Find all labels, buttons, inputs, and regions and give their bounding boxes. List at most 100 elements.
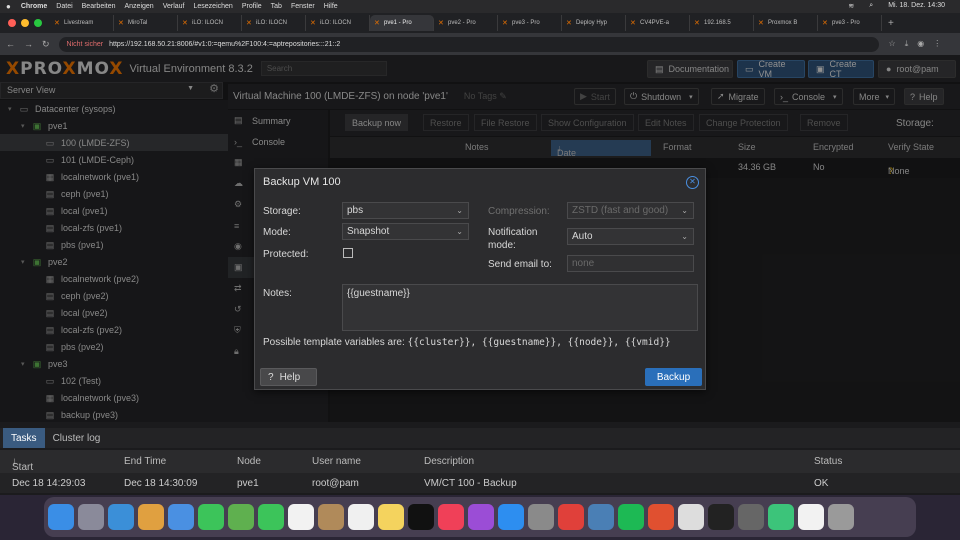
reload-icon[interactable]: ↻ <box>42 39 50 50</box>
menu-profile[interactable]: Profile <box>242 3 262 10</box>
col-status[interactable]: Status <box>814 456 842 467</box>
compression-select[interactable]: ZSTD (fast and good) ⌄ <box>567 202 694 219</box>
browser-tab[interactable]: ✕ CV4PVE-a <box>626 15 690 31</box>
col-user-name[interactable]: User name <box>312 456 361 467</box>
appstore-icon[interactable] <box>498 504 524 530</box>
tab-favicon-icon: ✕ <box>310 19 316 27</box>
finder-icon[interactable] <box>48 504 74 530</box>
task-end: Dec 18 14:30:09 <box>124 478 198 489</box>
browser-tab[interactable]: ✕ iLO: ILOCN <box>306 15 370 31</box>
tab-cluster-log[interactable]: Cluster log <box>45 428 109 448</box>
menubar-app-name[interactable]: Chrome <box>21 3 47 10</box>
browser-tab[interactable]: ✕ 192.168.5 <box>690 15 754 31</box>
launchpad-icon[interactable] <box>78 504 104 530</box>
menu-verlauf[interactable]: Verlauf <box>163 3 185 10</box>
calendar-icon[interactable] <box>288 504 314 530</box>
browser-tab[interactable]: ✕ pve1 - Pro <box>370 15 434 31</box>
notes-textarea[interactable]: {{guestname}} <box>342 284 698 331</box>
protected-checkbox[interactable] <box>343 248 353 258</box>
browser-tab[interactable]: ✕ Livestream <box>50 15 114 31</box>
browser-tab[interactable]: ✕ MiroTal <box>114 15 178 31</box>
menu-tab[interactable]: Tab <box>271 3 282 10</box>
zoom-window-button[interactable] <box>34 19 42 27</box>
close-icon[interactable]: ✕ <box>686 176 699 189</box>
pocketcasts-icon[interactable] <box>558 504 584 530</box>
browser-tab-bar: ✕ Livestream ✕ MiroTal ✕ iLO: ILOCN ✕ iLO: ILOC… <box>0 13 960 33</box>
notification-select[interactable]: Auto ⌄ <box>567 228 694 245</box>
new-tab-icon[interactable]: + <box>888 18 894 29</box>
safari-icon[interactable] <box>108 504 134 530</box>
tab-favicon-icon: ✕ <box>630 19 636 27</box>
browser-tab[interactable]: ✕ iLO: ILOCN <box>178 15 242 31</box>
profile-avatar[interactable]: ◉ <box>917 39 924 49</box>
notes-icon[interactable] <box>378 504 404 530</box>
dock-area <box>0 495 960 540</box>
back-icon[interactable]: ← <box>6 39 15 49</box>
podcasts-icon[interactable] <box>468 504 494 530</box>
browser-tab[interactable]: ✕ Deploy Hyp <box>562 15 626 31</box>
browser-tab[interactable]: ✕ iLO: ILOCN <box>242 15 306 31</box>
menu-bearbeiten[interactable]: Bearbeiten <box>82 3 116 10</box>
menu-fenster[interactable]: Fenster <box>291 3 315 10</box>
col-description[interactable]: Description <box>424 456 474 467</box>
photos-icon[interactable] <box>138 504 164 530</box>
browser-tab[interactable]: ✕ pve2 - Pro <box>434 15 498 31</box>
tab-favicon-icon: ✕ <box>118 19 124 27</box>
contacts-icon[interactable] <box>318 504 344 530</box>
address-bar[interactable]: Nicht sicher https://192.168.50.21:8006/… <box>58 36 879 52</box>
email-input[interactable]: none <box>567 255 694 272</box>
tab-tasks[interactable]: Tasks <box>3 428 45 448</box>
minimize-window-button[interactable] <box>21 19 29 27</box>
col-end-time[interactable]: End Time <box>124 456 166 467</box>
spotify-icon[interactable] <box>618 504 644 530</box>
sync-icon[interactable] <box>768 504 794 530</box>
table-row[interactable]: Dec 18 14:29:03 Dec 18 14:30:09 pve1 roo… <box>0 473 960 493</box>
music-icon[interactable] <box>438 504 464 530</box>
messages-icon[interactable] <box>198 504 224 530</box>
tab-favicon-icon: ✕ <box>438 19 444 27</box>
menu-lesezeichen[interactable]: Lesezeichen <box>194 3 233 10</box>
star-icon[interactable]: ☆ <box>889 39 896 49</box>
calculator-icon[interactable] <box>738 504 764 530</box>
download-icon[interactable]: ⤓ <box>905 39 909 49</box>
search-icon[interactable]: ⌕ <box>869 2 873 10</box>
tab-label: pve1 - Pro <box>384 20 412 26</box>
tab-label: pve3 - Pro <box>832 20 860 26</box>
terminal-icon[interactable] <box>708 504 734 530</box>
settings-icon[interactable] <box>528 504 554 530</box>
wifi-icon[interactable]: ≋ <box>848 2 854 10</box>
not-secure-badge[interactable]: Nicht sicher <box>67 41 104 48</box>
menu-hilfe[interactable]: Hilfe <box>324 3 338 10</box>
maps-icon[interactable] <box>228 504 254 530</box>
proxyman-icon[interactable] <box>588 504 614 530</box>
window-controls <box>0 19 50 27</box>
chrome-icon[interactable] <box>678 504 704 530</box>
forward-icon[interactable]: → <box>24 39 33 49</box>
storage-select[interactable]: pbs ⌄ <box>342 202 469 219</box>
facetime-icon[interactable] <box>258 504 284 530</box>
backup-submit-button[interactable]: Backup <box>645 368 702 386</box>
menu-anzeigen[interactable]: Anzeigen <box>125 3 154 10</box>
col-node[interactable]: Node <box>237 456 261 467</box>
cert-icon[interactable] <box>648 504 674 530</box>
reminders-icon[interactable] <box>348 504 374 530</box>
mail-icon[interactable] <box>168 504 194 530</box>
menu-dots-icon[interactable]: ⋮ <box>933 39 941 49</box>
close-window-button[interactable] <box>8 19 16 27</box>
mode-select[interactable]: Snapshot ⌄ <box>342 223 469 240</box>
compression-field-label: Compression: <box>488 206 550 217</box>
browser-tab[interactable]: ✕ Proxmox B <box>754 15 818 31</box>
menu-datei[interactable]: Datei <box>56 3 72 10</box>
apple-icon[interactable]: ● <box>6 2 11 11</box>
document-icon[interactable] <box>798 504 824 530</box>
tab-favicon-icon: ✕ <box>822 19 828 27</box>
browser-tab[interactable]: ✕ pve3 - Pro <box>818 15 882 31</box>
browser-tab[interactable]: ✕ pve3 - Pro <box>498 15 562 31</box>
dialog-help-button[interactable]: ? Help <box>260 368 317 386</box>
tv-icon[interactable] <box>408 504 434 530</box>
url-text[interactable]: https://192.168.50.21:8006/#v1:0:=qemu%2… <box>109 41 340 48</box>
col-start-time[interactable]: Start Time ↓ <box>12 456 34 484</box>
trash-icon[interactable] <box>828 504 854 530</box>
tab-label: iLO: ILOCN <box>256 20 288 26</box>
menubar-clock[interactable]: Mi. 18. Dez. 14:30 <box>888 2 945 10</box>
